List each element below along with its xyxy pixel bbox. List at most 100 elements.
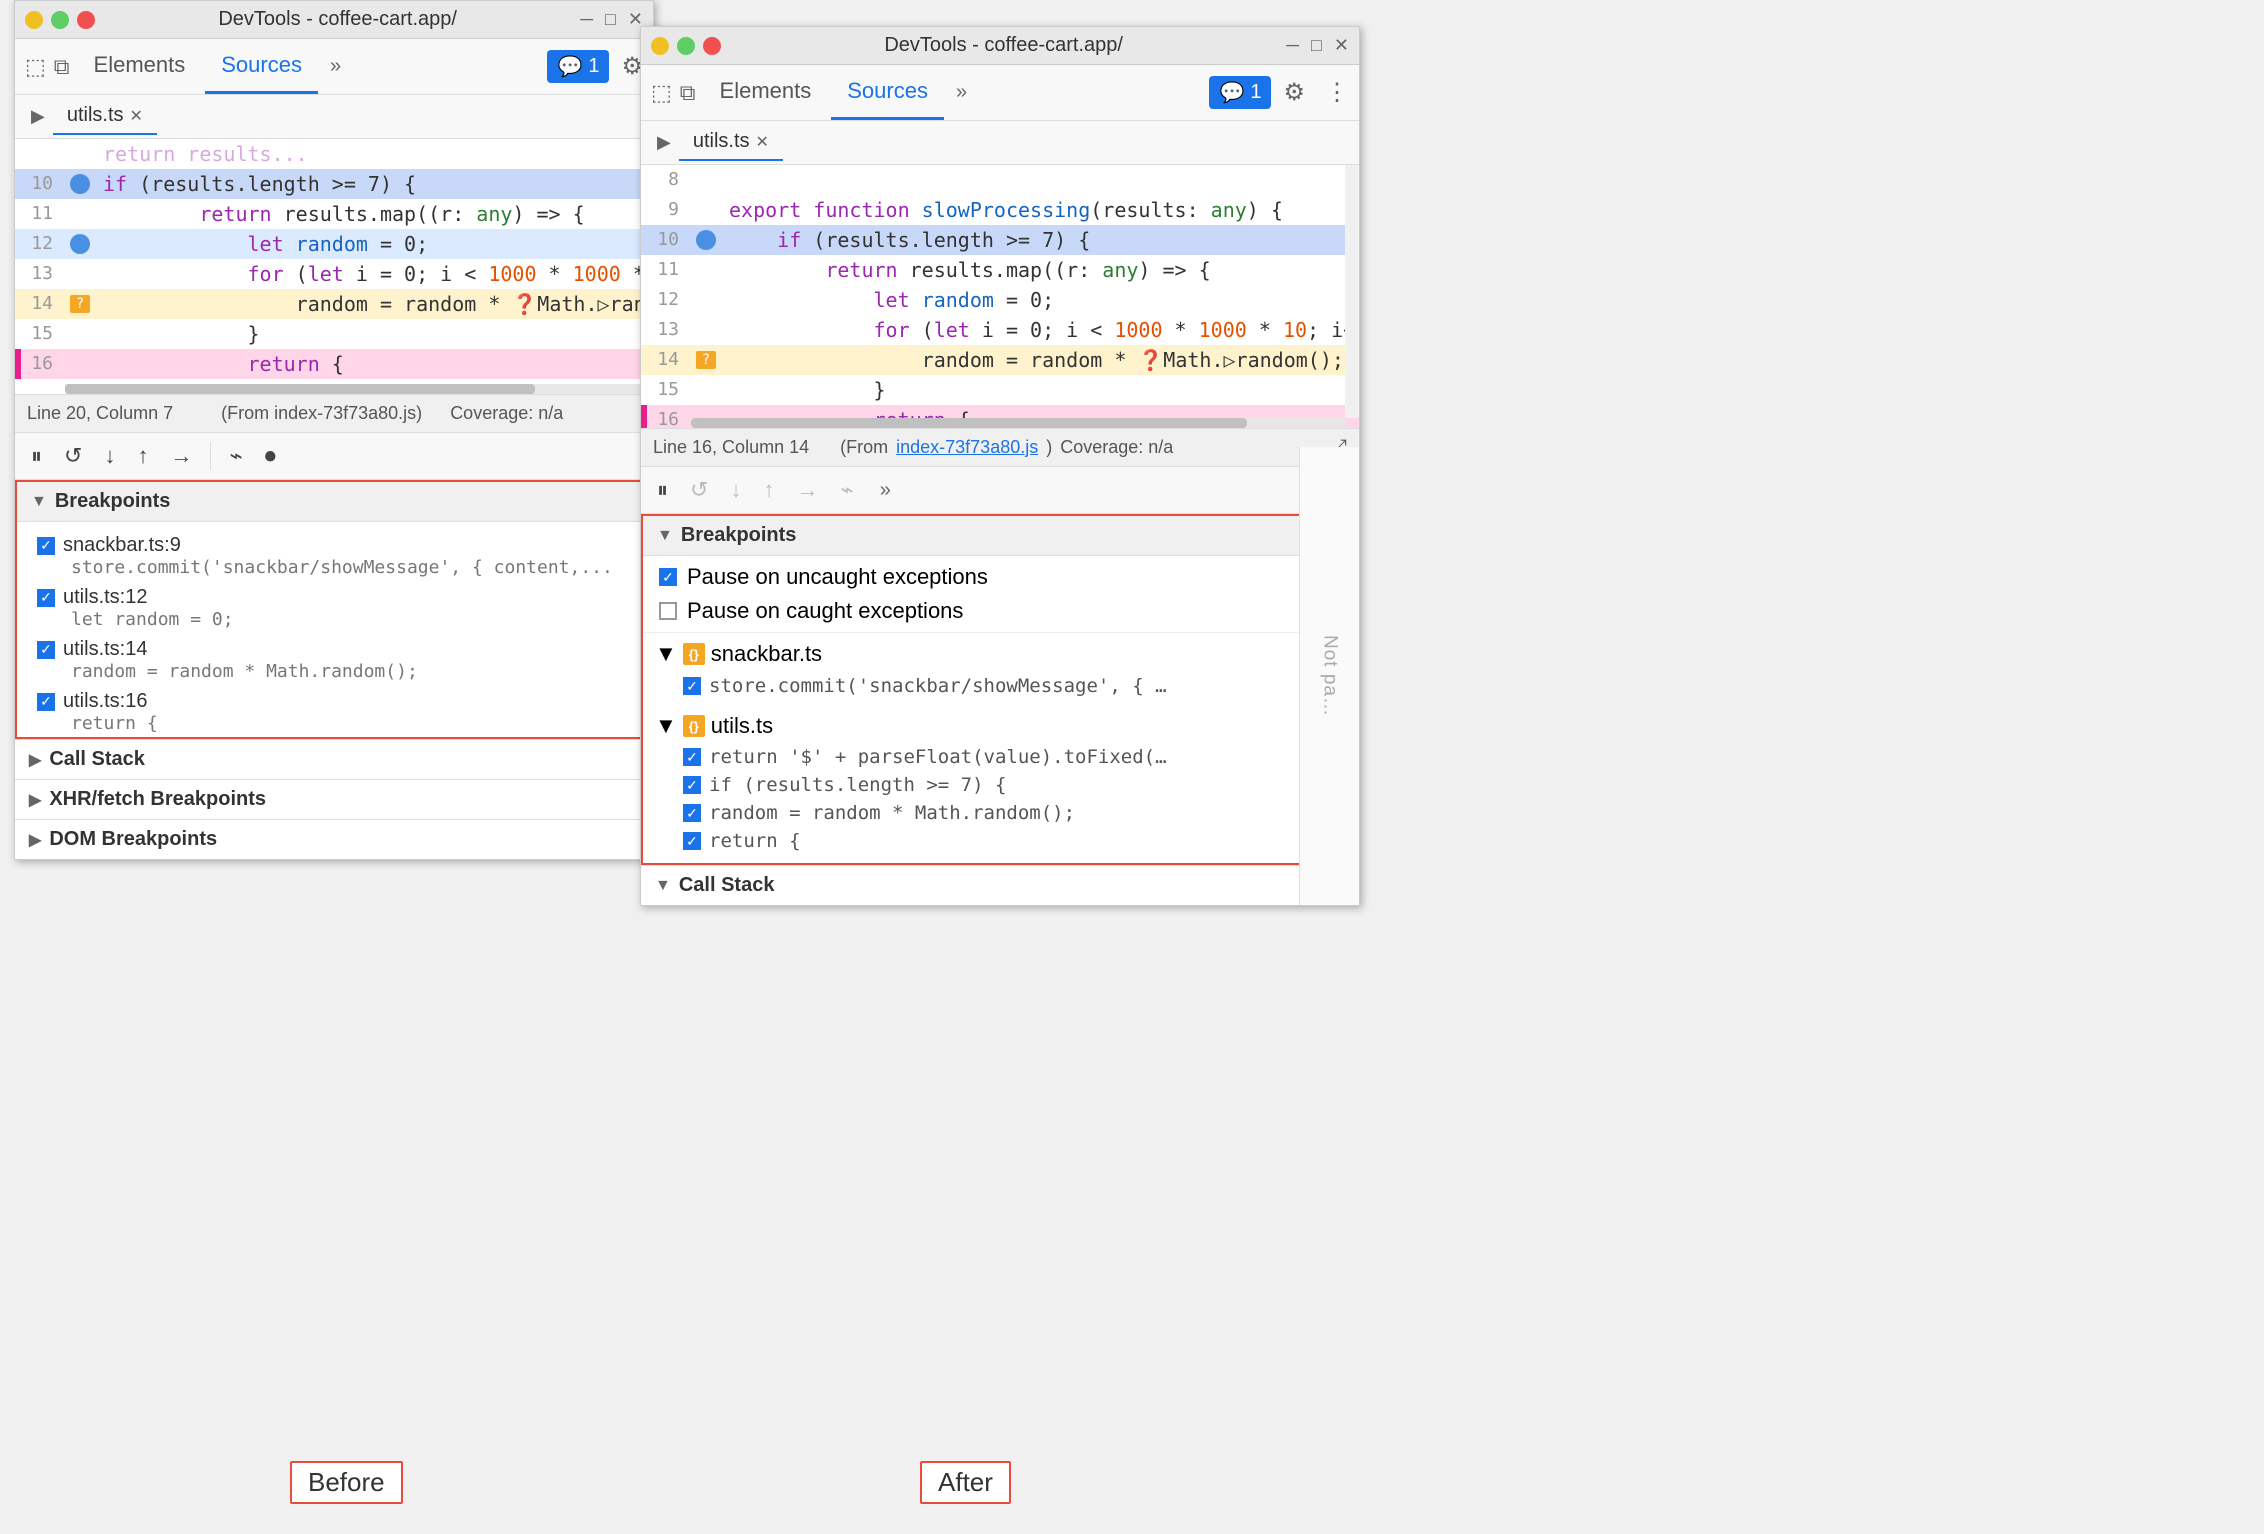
pink-marker-after [641,405,647,428]
window-controls[interactable] [25,11,95,29]
xhr-title: XHR/fetch Breakpoints [49,788,266,811]
callstack-header[interactable]: ▶ Call Stack [15,739,653,779]
callstack-section-before: ▶ Call Stack [15,739,653,779]
win-min-icon-after[interactable]: ─ [1286,35,1299,56]
xhr-section-before: ▶ XHR/fetch Breakpoints [15,779,653,819]
filetab-bar-after: ▶ utils.ts ✕ [641,121,1359,165]
file-tab-close[interactable]: ✕ [130,106,143,126]
more-options-icon[interactable]: ⋮ [1325,78,1349,107]
more-toolbar-after[interactable]: » [872,479,899,502]
code-line-16: 16 return { [15,349,653,379]
bp-item-utils-14: ✓ utils.ts:14 random = random * Math.ran… [17,634,651,686]
console-badge-after[interactable]: 💬 1 [1209,76,1271,109]
breakpoints-section-before: ▼ Breakpoints ✓ snackbar.ts:9 store.comm… [15,480,653,739]
vertical-scrollbar-after[interactable] [1345,165,1359,418]
bp-utils-cb-1[interactable]: ✓ [683,748,701,766]
minimize-btn-after[interactable] [651,37,669,55]
titlebar-title: DevTools - coffee-cart.app/ [95,8,580,31]
pause-uncaught-checkbox[interactable]: ✓ [659,568,677,586]
win-close-icon-after[interactable]: ✕ [1334,35,1349,56]
code-line-14: 14 ? random = random * ❓Math.▷random(); [15,289,653,319]
tab-elements-after[interactable]: Elements [704,65,828,120]
xhr-header[interactable]: ▶ XHR/fetch Breakpoints [15,779,653,819]
file-tab-label: utils.ts [67,104,124,127]
breakpoints-header[interactable]: ▼ Breakpoints [17,482,651,522]
breakpoints-header-after[interactable]: ▼ Breakpoints [643,516,1357,556]
source-link-after[interactable]: index-73f73a80.js [896,437,1038,458]
bp-group-utils-header[interactable]: ▼ {} utils.ts [643,709,1357,743]
horizontal-scrollbar[interactable] [65,384,653,394]
dom-header[interactable]: ▶ DOM Breakpoints [15,819,653,859]
panel-toggle-btn-after[interactable]: ▶ [649,128,679,157]
close-btn-after[interactable] [703,37,721,55]
bp-snackbar-code: store.commit('snackbar/showMessage', { … [709,675,1167,697]
win-restore-icon[interactable]: □ [605,9,616,30]
settings-icon-after[interactable]: ⚙ [1283,78,1305,107]
bp-snackbar-cb[interactable]: ✓ [683,677,701,695]
bp-checkbox-utils-16[interactable]: ✓ [37,693,55,711]
toolbar-after: ⏸ ↺ ↓ ↑ → ⌁ » [641,466,1359,514]
step-btn-after[interactable]: → [792,473,822,507]
bp-checkbox-utils-14[interactable]: ✓ [37,641,55,659]
pause-caught-checkbox[interactable] [659,602,677,620]
console-badge[interactable]: 💬 1 [547,50,609,83]
tab-sources[interactable]: Sources [205,39,318,94]
bp-item-utils-12: ✓ utils.ts:12 let random = 0; [17,582,651,634]
file-tab-close-after[interactable]: ✕ [756,132,769,152]
code-line-14-after: 14 ? random = random * ❓Math.▷random(); [641,345,1359,375]
minimize-btn[interactable] [25,11,43,29]
pause-btn-after[interactable]: ⏸ [653,473,672,507]
code-line-12-after: 12 let random = 0; [641,285,1359,315]
pause-exceptions-btn[interactable]: ⏺ [261,439,280,473]
pause-btn[interactable]: ⏸ [27,439,46,473]
window-controls-after[interactable] [651,37,721,55]
tab-sources-after[interactable]: Sources [831,65,944,120]
code-line-15-after: 15 } [641,375,1359,405]
scrollbar-thumb-after[interactable] [691,418,1247,428]
breakpoint-marker-10-after [696,230,716,250]
close-btn[interactable] [77,11,95,29]
more-tabs-icon[interactable]: » [322,55,349,78]
bp-utils-cb-3[interactable]: ✓ [683,804,701,822]
file-tab-utils[interactable]: utils.ts ✕ [53,98,157,135]
cursor-icon-after: ⬚ [651,80,672,106]
bp-group-snackbar-header[interactable]: ▼ {} snackbar.ts [643,637,1357,671]
bp-file-utils-14: utils.ts:14 [63,638,147,661]
callstack-header-after[interactable]: ▼ Call Stack [641,865,1359,905]
not-paused-text: Not pa… [1319,635,1341,717]
code-line-10-after: 10 if (results.length >= 7) { [641,225,1359,255]
bp-utils-cb-4[interactable]: ✓ [683,832,701,850]
step-over-btn[interactable]: ↺ [60,439,86,473]
win-restore-icon-after[interactable]: □ [1311,35,1322,56]
deactivate-bp-btn[interactable]: ⌁ [225,439,246,473]
win-min-icon[interactable]: ─ [580,9,593,30]
scrollbar-thumb[interactable] [65,384,535,394]
win-controls-after[interactable]: ─ □ ✕ [1286,35,1349,56]
win-controls[interactable]: ─ □ ✕ [580,9,643,30]
step-btn[interactable]: → [166,439,196,473]
code-area-after: 8 9 export function slowProcessing(resul… [641,165,1359,428]
step-over-btn-after[interactable]: ↺ [686,473,712,507]
step-into-btn[interactable]: ↓ [100,439,119,473]
maximize-btn-after[interactable] [677,37,695,55]
deactivate-bp-btn-after[interactable]: ⌁ [836,473,857,507]
bp-checkbox-snackbar[interactable]: ✓ [37,537,55,555]
breakpoint-marker-14-after: ? [696,351,716,369]
maximize-btn[interactable] [51,11,69,29]
bp-checkbox-utils-12[interactable]: ✓ [37,589,55,607]
step-into-btn-after[interactable]: ↓ [726,473,745,507]
toolbar-before: ⏸ ↺ ↓ ↑ → ⌁ ⏺ [15,432,653,480]
bp-utils-code-1: return '$' + parseFloat(value).toFixed(… [709,746,1167,768]
filetab-bar-before: ▶ utils.ts ✕ [15,95,653,139]
tab-elements[interactable]: Elements [78,39,202,94]
panel-toggle-btn[interactable]: ▶ [23,102,53,131]
horizontal-scrollbar-after[interactable] [691,418,1345,428]
breakpoint-marker-14: ? [70,295,90,313]
bp-utils-cb-2[interactable]: ✓ [683,776,701,794]
step-out-btn[interactable]: ↑ [133,439,152,473]
pink-marker [15,349,21,379]
status-bar-after: Line 16, Column 14 (From index-73f73a80.… [641,428,1359,466]
more-tabs-icon-after[interactable]: » [948,81,975,104]
step-out-btn-after[interactable]: ↑ [759,473,778,507]
file-tab-utils-after[interactable]: utils.ts ✕ [679,124,783,161]
